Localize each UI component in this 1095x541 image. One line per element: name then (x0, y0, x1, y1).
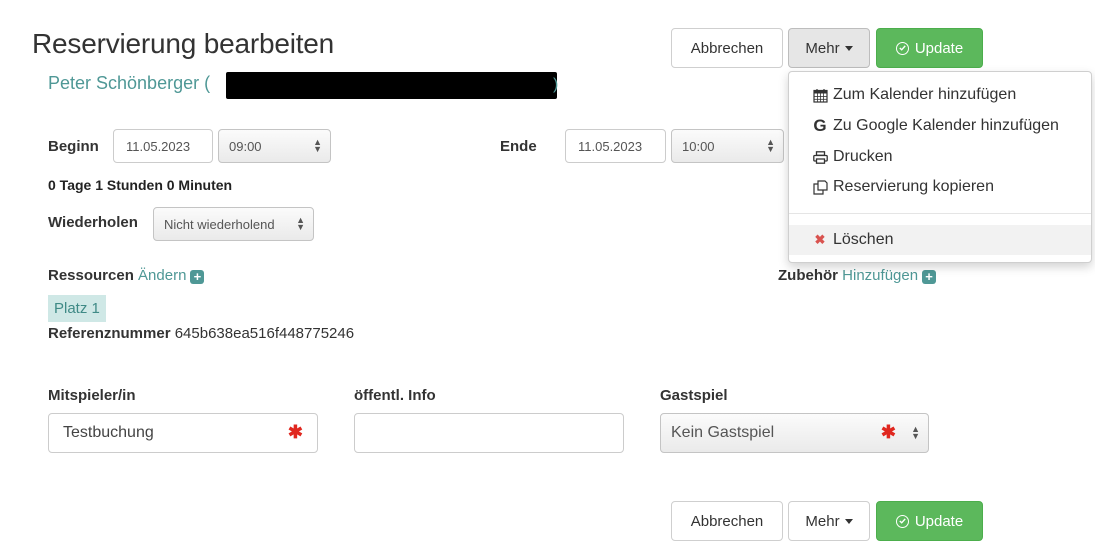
menu-item-print[interactable]: Drucken (789, 142, 1091, 172)
caret-down-icon (844, 518, 853, 524)
repeat-select[interactable]: Nicht wiederholend ▲ ▼ (153, 207, 314, 241)
player-input[interactable]: Testbuchung ✱ (48, 413, 318, 453)
select-arrows-icon: ▲ ▼ (911, 424, 920, 441)
caret-down-icon (844, 45, 853, 51)
reference-row: Referenznummer 645b638ea516f448775246 (48, 325, 354, 342)
begin-time-value: 09:00 (229, 138, 262, 154)
guest-value: Kein Gastspiel (671, 424, 775, 441)
update-button[interactable]: Update (876, 28, 983, 68)
user-name: Peter Schönberger ( (48, 73, 211, 93)
more-button[interactable]: Mehr (788, 28, 870, 68)
menu-item-label: Löschen (833, 231, 894, 248)
add-accessory-link[interactable]: Hinzufügen (842, 267, 918, 284)
duration-text: 0 Tage 1 Stunden 0 Minuten (48, 177, 233, 193)
plus-square-icon[interactable]: + (190, 270, 205, 284)
more-label: Mehr (805, 39, 840, 57)
select-arrows-icon: ▲ ▼ (296, 215, 305, 232)
menu-item-label: Drucken (833, 148, 893, 165)
print-icon (811, 150, 829, 164)
guest-label: Gastspiel (660, 387, 728, 404)
user-name-closing: ) (553, 76, 559, 93)
repeat-value: Nicht wiederholend (164, 216, 275, 232)
cancel-button-bottom[interactable]: Abbrechen (671, 501, 783, 541)
page-title: Reservierung bearbeiten (32, 28, 335, 59)
more-button-bottom[interactable]: Mehr (788, 501, 870, 541)
menu-item-add-google[interactable]: G Zu Google Kalender hinzufügen (789, 111, 1091, 141)
end-label: Ende (500, 138, 537, 155)
required-asterisk-icon: ✱ (287, 422, 303, 442)
plus-square-icon[interactable]: + (922, 270, 937, 284)
accessories-row: Zubehör Hinzufügen + (778, 267, 937, 284)
menu-item-label: Reservierung kopieren (833, 178, 994, 195)
required-asterisk-icon: ✱ (880, 422, 896, 442)
resource-tag: Platz 1 (48, 295, 106, 322)
menu-divider (789, 213, 1091, 214)
resources-row: Ressourcen Ändern + (48, 267, 205, 284)
select-arrows-icon: ▲ ▼ (313, 137, 322, 154)
check-circle-icon (895, 514, 909, 528)
resources-label: Ressourcen (48, 267, 134, 284)
end-time-value: 10:00 (682, 138, 715, 154)
redacted-user-info (226, 72, 557, 99)
select-arrows-icon: ▲ ▼ (766, 137, 775, 154)
update-button-bottom[interactable]: Update (876, 501, 983, 541)
reference-value: 645b638ea516f448775246 (174, 325, 355, 342)
update-label: Update (914, 39, 964, 57)
google-icon: G (813, 116, 827, 135)
more-dropdown-menu: Zum Kalender hinzufügen G Zu Google Kale… (788, 71, 1092, 263)
end-time-select[interactable]: 10:00 ▲ ▼ (671, 129, 784, 163)
info-label: öffentl. Info (354, 387, 436, 404)
info-input[interactable] (354, 413, 624, 453)
check-circle-icon (895, 41, 909, 55)
repeat-label: Wiederholen (48, 214, 138, 231)
player-value: Testbuchung (63, 424, 154, 441)
begin-date-input[interactable]: 11.05.2023 (113, 129, 213, 163)
guest-select[interactable]: Kein Gastspiel ✱ ▲ ▼ (660, 413, 929, 453)
menu-item-label: Zu Google Kalender hinzufügen (833, 117, 1059, 134)
cancel-button[interactable]: Abbrechen (671, 28, 783, 68)
delete-icon: ✖ (814, 232, 826, 247)
menu-item-label: Zum Kalender hinzufügen (833, 86, 1017, 103)
begin-label: Beginn (48, 138, 99, 155)
change-resources-link[interactable]: Ändern (138, 267, 186, 284)
calendar-icon (811, 88, 829, 103)
accessories-label: Zubehör (778, 267, 838, 284)
menu-item-add-calendar[interactable]: Zum Kalender hinzufügen (789, 80, 1091, 110)
menu-item-delete[interactable]: ✖ Löschen (789, 225, 1091, 255)
reference-label: Referenznummer (48, 325, 171, 342)
end-date-input[interactable]: 11.05.2023 (565, 129, 666, 163)
copy-icon (811, 179, 829, 195)
menu-item-copy[interactable]: Reservierung kopieren (789, 172, 1091, 202)
begin-time-select[interactable]: 09:00 ▲ ▼ (218, 129, 331, 163)
more-label: Mehr (805, 512, 840, 530)
player-label: Mitspieler/in (48, 387, 136, 404)
update-label: Update (914, 512, 964, 530)
